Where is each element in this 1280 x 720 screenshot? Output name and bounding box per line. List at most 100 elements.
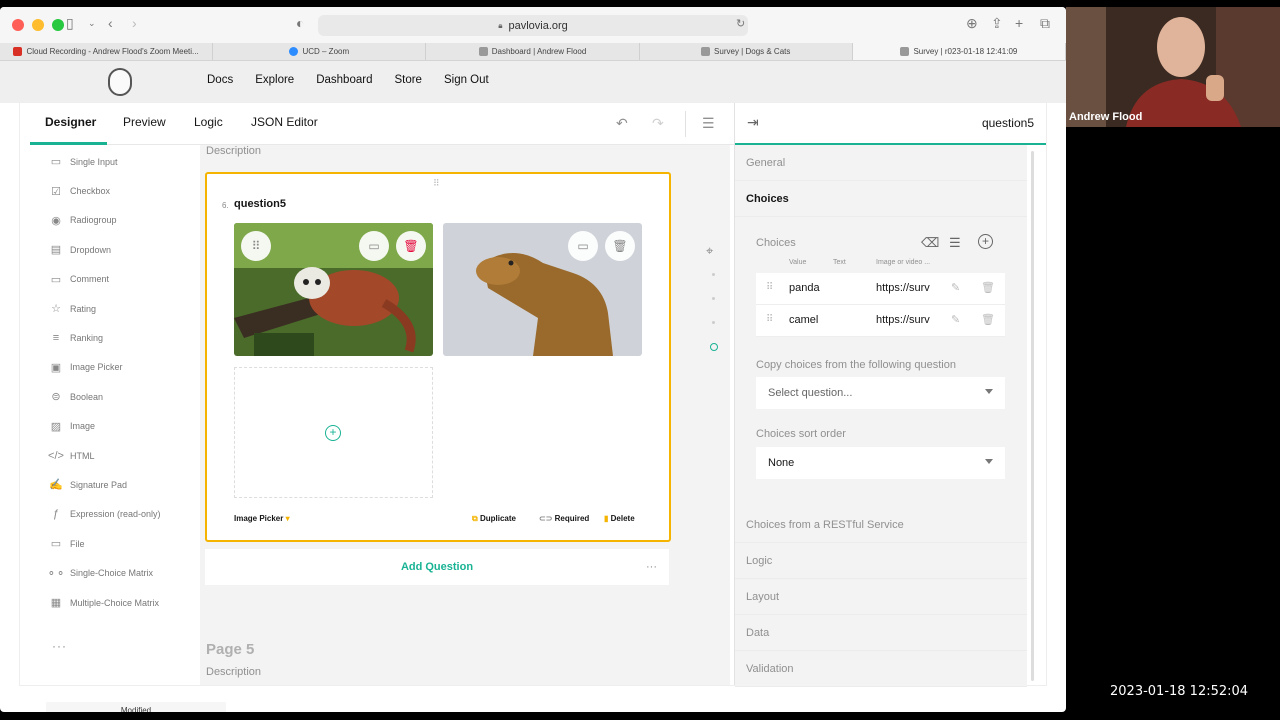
page-title[interactable]: Page 5 [206,641,254,658]
choice-row[interactable]: ⠿ panda https://surv ✎ 🗑︎ [756,273,1005,305]
duplicate-button[interactable]: ⧉ Duplicate [472,514,516,524]
choice-image-camel[interactable]: ▭ 🗑︎ [443,223,642,356]
toolbox-item[interactable]: ƒ Expression (read-only) [30,500,200,529]
pencil-icon[interactable]: ✎ [951,313,960,326]
question-toolbox: ▭ Single Input ☑ Checkbox ◉ Radiogroup ▤ Dropdo… [30,147,226,712]
drag-handle-icon[interactable]: ⠿ [766,314,773,325]
edit-list-icon[interactable]: ☰ [949,235,961,251]
redo-icon[interactable]: ↷ [652,115,664,132]
toolbox-item[interactable]: ⊜ Boolean [30,382,200,411]
section-general[interactable]: General [735,145,1027,181]
sort-order-select[interactable]: None [756,447,1005,479]
toolbox-item[interactable]: ◉ Radiogroup [30,206,200,235]
toolbox-item[interactable]: ▨ Image [30,412,200,441]
page-description[interactable]: Description [206,145,261,157]
plus-icon[interactable]: + [325,425,341,441]
close-window-button[interactable] [12,19,24,31]
trash-icon[interactable]: 🗑︎ [605,231,635,261]
reload-icon[interactable]: ↻ [736,17,745,30]
question-title[interactable]: question5 [234,198,286,210]
copy-choices-select[interactable]: Select question... [756,377,1005,409]
current-page-dot[interactable] [710,343,718,351]
add-choice-icon[interactable]: + [978,234,993,249]
trash-icon[interactable]: 🗑︎ [981,313,995,326]
browser-tab-active[interactable]: Survey | r023-01-18 12:41:09 [852,43,1066,60]
new-tab-icon[interactable]: + [1015,15,1023,31]
sidebar-toggle-icon[interactable]: ▯ [66,15,74,32]
settings-sliders-icon[interactable]: ☰ [702,115,715,132]
page-dot[interactable] [712,321,715,324]
undo-icon[interactable]: ↶ [616,115,628,132]
toolbox-item[interactable]: ⚬⚬ Single-Choice Matrix [30,558,200,587]
address-bar[interactable]: 🔒︎ pavlovia.org [318,15,748,36]
toolbox-item[interactable]: ☆ Rating [30,294,200,323]
toolbox-more[interactable]: ··· [52,639,67,653]
browser-tab[interactable]: Dashboard | Andrew Flood [426,43,640,60]
required-toggle[interactable]: ⊂⊃ Required [539,514,589,523]
page-description[interactable]: Description [206,666,261,678]
section-choices-restful[interactable]: Choices from a RESTful Service [735,507,1027,543]
expression-icon: ƒ [52,508,60,521]
trash-icon[interactable]: 🗑︎ [396,231,426,261]
share-icon[interactable]: ⇪ [991,15,1003,32]
nav-docs[interactable]: Docs [207,74,233,86]
choices-table-header: Value Text Image or video ... [789,259,931,266]
browser-tab[interactable]: Cloud Recording - Andrew Flood's Zoom Me… [0,43,214,60]
toolbox-item[interactable]: ≡ Ranking [30,323,200,352]
folder-icon[interactable]: ▭ [359,231,389,261]
question-card[interactable]: ⠿ 6. question5 ⠿ ▭ 🗑︎ ▭ 🗑︎ + Image Picke… [205,172,671,542]
question-type-selector[interactable]: Image Picker ▾ [234,514,290,523]
choice-image-panda[interactable]: ⠿ ▭ 🗑︎ [234,223,433,356]
pavlovia-logo[interactable] [108,68,132,96]
toolbox-item[interactable]: ▭ File [30,529,200,558]
toolbox-item[interactable]: ▭ Comment [30,265,200,294]
section-validation[interactable]: Validation [735,651,1027,687]
trash-icon[interactable]: 🗑︎ [981,281,995,294]
nav-dashboard[interactable]: Dashboard [316,74,372,86]
add-question-button[interactable]: Add Question ··· [205,549,669,585]
drag-handle-icon[interactable]: ⠿ [766,282,773,293]
tab-json-editor[interactable]: JSON Editor [251,115,318,129]
collapse-panel-icon[interactable]: ⇥ [747,114,759,131]
tab-designer[interactable]: Designer [45,115,96,129]
toolbox-item[interactable]: ✍ Signature Pad [30,470,200,499]
tab-logic[interactable]: Logic [194,115,223,129]
scrollbar[interactable] [1031,151,1034,681]
section-data[interactable]: Data [735,615,1027,651]
tab-preview[interactable]: Preview [123,115,166,129]
section-choices[interactable]: Choices [735,181,1027,217]
toolbox-item[interactable]: ▦ Multiple-Choice Matrix [30,588,200,617]
download-icon[interactable]: ⊕ [966,15,978,32]
tab-overview-icon[interactable]: ⧉ [1040,15,1050,32]
toolbox-item[interactable]: ▤ Dropdown [30,235,200,264]
section-logic[interactable]: Logic [735,543,1027,579]
more-options-icon[interactable]: ··· [646,561,657,573]
back-icon[interactable]: ‹ [108,15,113,31]
choice-row[interactable]: ⠿ camel https://surv ✎ 🗑︎ [756,305,1005,337]
toolbox-item[interactable]: </> HTML [30,441,200,470]
delete-button[interactable]: ▮ Delete [604,514,635,523]
browser-tab[interactable]: UCD – Zoom [213,43,427,60]
page-dot[interactable] [712,297,715,300]
drag-choice-icon[interactable]: ⠿ [241,231,271,261]
page-dot[interactable] [712,273,715,276]
maximize-window-button[interactable] [52,19,64,31]
nav-explore[interactable]: Explore [255,74,294,86]
browser-tab[interactable]: Survey | Dogs & Cats [640,43,853,60]
eraser-icon[interactable]: ⌫ [921,235,939,251]
pencil-icon[interactable]: ✎ [951,281,960,294]
crosshair-icon[interactable]: ⌖ [706,243,713,259]
folder-icon[interactable]: ▭ [568,231,598,261]
toolbox-item[interactable]: ▣ Image Picker [30,353,200,382]
minimize-window-button[interactable] [32,19,44,31]
chevron-down-icon[interactable]: ⌄ [88,18,96,29]
section-layout[interactable]: Layout [735,579,1027,615]
shield-icon[interactable]: ◐ [296,15,304,31]
add-image-choice[interactable]: + [234,367,433,498]
toolbox-item[interactable]: ▭ Single Input [30,147,200,176]
drag-handle-icon[interactable]: ⠿ [433,178,440,189]
forward-icon[interactable]: › [132,15,137,31]
toolbox-item[interactable]: ☑ Checkbox [30,176,200,205]
nav-sign-out[interactable]: Sign Out [444,74,489,86]
nav-store[interactable]: Store [394,74,422,86]
